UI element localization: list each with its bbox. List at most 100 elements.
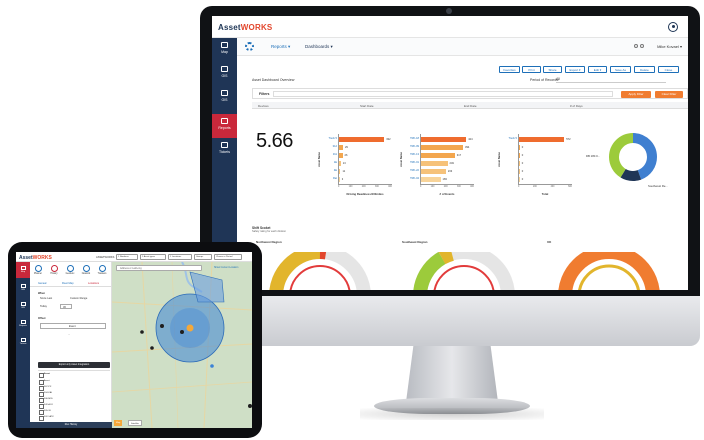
filter-chip[interactable]: 1 Locations	[168, 254, 192, 260]
user-menu[interactable]: Mike Kovael ▾	[657, 44, 682, 49]
asset-marker[interactable]	[210, 364, 214, 368]
export-asset-button[interactable]: Export only Asset Integration	[38, 362, 110, 368]
tool-network[interactable]: Network	[80, 265, 92, 275]
chart-bar[interactable]	[519, 153, 520, 158]
user-avatar-icon[interactable]	[668, 22, 678, 32]
asset-marker[interactable]	[140, 330, 144, 334]
list-item[interactable]: 302-1ATK	[39, 416, 54, 421]
map-type-satellite-button[interactable]: Satellite	[128, 420, 142, 426]
sidebar-item-gis[interactable]: GIS	[212, 62, 237, 86]
chart-bar[interactable]	[421, 169, 446, 174]
gear-icon[interactable]	[245, 42, 254, 51]
filter-chip[interactable]: 1 Asset types	[140, 254, 166, 260]
chart-bar[interactable]	[519, 169, 520, 174]
sidebar-item-reports[interactable]: Reports	[212, 114, 237, 138]
sidebar-item-gis-2[interactable]: GIS	[16, 298, 30, 314]
edit-button[interactable]: Edit ▾	[588, 66, 607, 73]
chart-bar[interactable]	[339, 169, 341, 174]
assetworks-logo[interactable]: AssetWORKS	[19, 255, 52, 261]
chart-bar[interactable]	[421, 153, 455, 158]
sidebar-item-tickets[interactable]: Tickets	[16, 334, 30, 350]
sidebar-item-gis[interactable]: GIS	[16, 280, 30, 296]
save-as-button[interactable]: Save As	[610, 66, 631, 73]
tab-dashboards[interactable]: Dashboards ▾	[305, 44, 333, 50]
favorites-button[interactable]: Favorites	[499, 66, 520, 73]
sub-header: Reports ▾ Dashboards ▾ Mike Kovael ▾	[237, 38, 688, 56]
list-item[interactable]: 305-1K	[38, 410, 51, 415]
sidebar-item-tickets[interactable]: Tickets	[212, 138, 237, 162]
chart-bar[interactable]	[339, 145, 343, 150]
help-icon[interactable]	[634, 44, 638, 48]
filter-chip[interactable]: Groups	[194, 254, 212, 260]
filter-chip[interactable]: 1 Numbers	[116, 254, 138, 260]
tick-label: 1E	[333, 161, 337, 164]
data-label: 0	[521, 169, 524, 173]
export-button[interactable]: Export ▾	[565, 66, 585, 73]
subtab-general[interactable]: Geneal	[38, 282, 46, 285]
sidebar-item-map[interactable]: Map	[16, 262, 30, 278]
period-select[interactable]: All	[556, 77, 666, 83]
subtab-fleet-map[interactable]: Fleet Map	[62, 282, 74, 285]
today-number-input[interactable]: 30	[60, 304, 72, 309]
chart-bar[interactable]	[519, 161, 520, 166]
chart-bar[interactable]	[339, 177, 340, 182]
print-button[interactable]: Print	[522, 66, 541, 73]
map-type-map-button[interactable]: Map	[114, 420, 123, 426]
gauge-uk	[558, 252, 660, 290]
list-item[interactable]: 367-PX	[38, 386, 51, 391]
chart-bar[interactable]	[339, 161, 341, 166]
show-location-link[interactable]: Show Current Location	[214, 266, 238, 269]
bell-icon[interactable]	[640, 44, 644, 48]
chart-bar[interactable]	[421, 177, 441, 182]
data-label: 249	[449, 161, 454, 165]
sidebar-item-reports[interactable]: Reports	[16, 316, 30, 332]
asset-marker[interactable]	[150, 346, 154, 350]
delete-button[interactable]: Delete	[634, 66, 655, 73]
asset-marker[interactable]	[248, 404, 252, 408]
list-item[interactable]: 304-KAI	[39, 392, 52, 397]
map-view[interactable]: Address or Lat/Long Show Current Locatio…	[112, 262, 252, 428]
map-search-input[interactable]: Address or Lat/Long	[116, 265, 202, 271]
apply-filter-button[interactable]: Apply Filter	[621, 90, 651, 98]
chart-bar[interactable]	[339, 153, 343, 158]
asset-marker[interactable]	[160, 324, 164, 328]
tool-geofence[interactable]: Geofenc	[64, 265, 76, 275]
since-last-radio[interactable]: Since Last	[40, 297, 52, 300]
list-item[interactable]: 306-M55	[39, 398, 53, 403]
tool-history[interactable]: History	[48, 265, 60, 275]
sidebar-item-map[interactable]: Map	[212, 38, 237, 62]
asset-marker[interactable]	[186, 324, 194, 332]
list-item[interactable]: Asset	[38, 380, 49, 385]
assetworks-logo[interactable]: AssetWORKS	[218, 23, 272, 32]
tool-trackers[interactable]: Trackers	[96, 265, 108, 275]
custom-range-radio[interactable]: Custom Range	[70, 297, 87, 300]
asset-marker[interactable]	[180, 330, 184, 334]
tablet-screen: AssetWORKS ASSETWORKS 1 Numbers 1 Asset …	[16, 252, 252, 428]
close-button[interactable]: Close	[658, 66, 679, 73]
share-button[interactable]: Share	[543, 66, 562, 73]
geofence-icon	[66, 265, 74, 272]
run-history-button[interactable]: Run Histroy	[30, 422, 112, 428]
tab-reports[interactable]: Reports ▾	[271, 44, 290, 50]
tool-planner[interactable]: Planner	[32, 265, 44, 275]
offset-select[interactable]: Event	[40, 323, 106, 329]
collapse-chevron-icon[interactable]: ⌃	[68, 334, 70, 337]
chart-bar[interactable]	[339, 137, 385, 142]
list-item[interactable]: 342-ACO	[38, 404, 53, 409]
chart-bar[interactable]	[519, 145, 520, 150]
sidebar-item-gis-2[interactable]: GIS	[212, 86, 237, 110]
when-label: When	[38, 292, 46, 295]
filters-input[interactable]	[273, 91, 613, 97]
chart-bar[interactable]	[519, 137, 565, 142]
subtab-locations[interactable]: Locations	[88, 282, 99, 285]
filter-chip[interactable]: Choose a Period	[214, 254, 242, 260]
chart-bar[interactable]	[421, 145, 464, 150]
tick-label: 312	[332, 145, 337, 148]
x-axis-label: Total	[541, 192, 549, 196]
clear-filter-button[interactable]: Clear Filter	[655, 90, 683, 98]
bar-chart-total: Truck 5 572 0 0 0 0 0 0 200 400 600 Total Asset Name	[498, 134, 572, 196]
chart-bar[interactable]	[421, 137, 467, 142]
chart-bar[interactable]	[519, 177, 520, 182]
map-canvas	[112, 262, 252, 428]
chart-bar[interactable]	[421, 161, 448, 166]
